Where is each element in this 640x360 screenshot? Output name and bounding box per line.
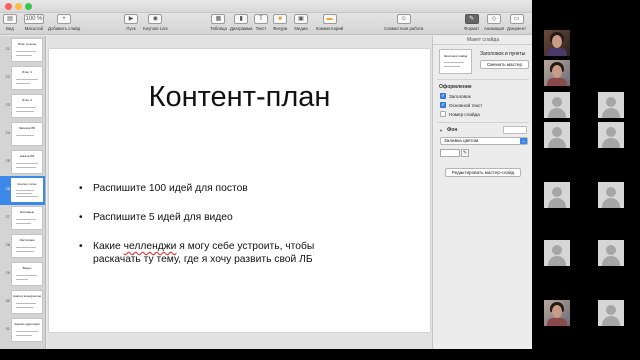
spellcheck-word: челленджи [123,241,177,252]
master-thumbnail[interactable]: Заголовок слайда [439,49,472,74]
bullet-item: Распишите 5 идей для видео [79,211,314,224]
edit-master-button[interactable]: Редактировать мастер-слайд [445,168,521,177]
toolbar: ▤ Вид 100 % Масштаб + Добавить слайд ▶ П… [0,13,532,35]
change-master-button[interactable]: Сменить мастер [480,60,529,69]
slide-title[interactable]: Контент-план [49,81,430,114]
slide-thumbnail[interactable]: 23 Итак, 2 [0,92,45,121]
participant-video [544,300,570,326]
sidebar-icon: ▤ [3,14,17,24]
slide-canvas[interactable]: Контент-план Распишите 100 идей для пост… [47,36,432,349]
divider [437,79,529,80]
slide-thumbnail[interactable]: 25 Анкета ЛБ [0,148,45,177]
title-bar [0,0,532,13]
chevron-down-icon: ⌄ [520,138,527,144]
media-button[interactable]: ▣ Медиа [294,14,308,31]
slide-thumbnail[interactable]: 21 Итак, хочешь [0,36,45,65]
participant-avatar [544,240,570,266]
checkmark-icon: ✓ [440,102,446,108]
document-icon: ▭ [509,14,524,24]
maximize-window-button[interactable] [25,3,32,10]
close-window-button[interactable] [5,3,12,10]
collaborate-button[interactable]: ☺ Совместная работа [384,14,423,31]
participant-video [544,60,570,86]
background-title: Фон [447,127,458,133]
slide-thumbnail[interactable]: 30 Анализ конкурентов [0,288,45,317]
plus-icon: + [57,14,72,24]
slide[interactable]: Контент-план Распишите 100 идей для пост… [49,49,430,332]
participant-avatar [598,122,624,148]
slide-thumbnail[interactable]: 27 Интервью [0,204,45,233]
participant-avatar [544,122,570,148]
inspector-header: Макет слайда [433,36,532,45]
collaborate-icon: ☺ [396,14,411,24]
add-slide-button[interactable]: + Добавить слайд [48,14,80,31]
background-swatch[interactable] [503,126,527,134]
participant-avatar [598,92,624,118]
slide-thumbnail[interactable]: 22 Итак, 1 [0,64,45,93]
zoom-value: 100 % [24,14,44,24]
participant-avatar [598,300,624,326]
master-name: Заголовок и пункты [480,51,526,57]
media-icon: ▣ [294,14,308,24]
bullet-item: Какие челленджи я могу себе устроить, чт… [79,240,314,266]
minimize-window-button[interactable] [15,3,22,10]
chart-button[interactable]: ▮ Диаграмма [230,14,252,31]
document-button[interactable]: ▭ Документ [507,14,526,31]
slide-bullets[interactable]: Распишите 100 идей для постов Распишите … [79,182,314,266]
animate-button[interactable]: ◇ Анимация [484,14,504,31]
disclosure-triangle-icon[interactable]: ▼ [439,128,443,133]
animate-icon: ◇ [487,14,502,24]
keynote-live-button[interactable]: ◉ Keynote Live [143,14,168,31]
format-button[interactable]: ✎ Формат [464,14,479,31]
format-inspector: Макет слайда Заголовок слайда Заголовок … [432,36,532,349]
slide-thumbnail[interactable]: 24 Записка ЛБ [0,120,45,149]
checkbox-empty-icon [440,111,446,117]
comment-icon: ▬ [322,14,337,24]
appearance-title: Оформление [439,84,472,90]
bullet-item: Распишите 100 идей для постов [79,182,314,195]
checkmark-icon: ✓ [440,93,446,99]
broadcast-icon: ◉ [148,14,163,24]
participant-avatar [544,92,570,118]
text-button[interactable]: T Текст [254,14,268,31]
slide-number-checkbox[interactable]: Номер слайда [440,111,480,117]
comment-button[interactable]: ▬ Комментарий [316,14,343,31]
video-participants [532,0,640,360]
slide-thumbnail[interactable]: 28 Инстаграм [0,232,45,261]
body-checkbox[interactable]: ✓ Основной текст [440,102,482,108]
shape-icon: ■ [273,14,288,24]
table-icon: ▦ [211,14,226,24]
participant-avatar [598,182,624,208]
shape-button[interactable]: ■ Фигура [273,14,287,31]
fill-type-select[interactable]: Заливка цветом ⌄ [440,137,528,145]
slide-navigator[interactable]: 21 Итак, хочешь 22 Итак, 1 23 Итак, 2 24… [0,36,46,349]
chart-icon: ▮ [234,14,249,24]
eyedropper-icon[interactable]: ✎ [461,149,469,157]
slide-thumbnail-selected[interactable]: 26 Контент-план [0,176,45,205]
keynote-window: ▤ Вид 100 % Масштаб + Добавить слайд ▶ П… [0,0,532,349]
zoom-control[interactable]: 100 % Масштаб [24,14,44,31]
title-checkbox[interactable]: ✓ Заголовок [440,93,471,99]
text-icon: T [254,14,268,24]
play-button[interactable]: ▶ Пуск [124,14,138,31]
view-button[interactable]: ▤ Вид [3,14,17,31]
slide-thumbnail[interactable]: 29 Видео [0,260,45,289]
participant-avatar [598,240,624,266]
table-button[interactable]: ▦ Таблица [210,14,227,31]
participant-avatar [544,182,570,208]
slide-thumbnail[interactable]: 31 Анализ аудитории [0,316,45,345]
color-well[interactable] [440,149,460,157]
divider [437,122,529,123]
play-icon: ▶ [124,14,138,24]
paintbrush-icon: ✎ [464,14,479,24]
participant-video [544,30,570,56]
